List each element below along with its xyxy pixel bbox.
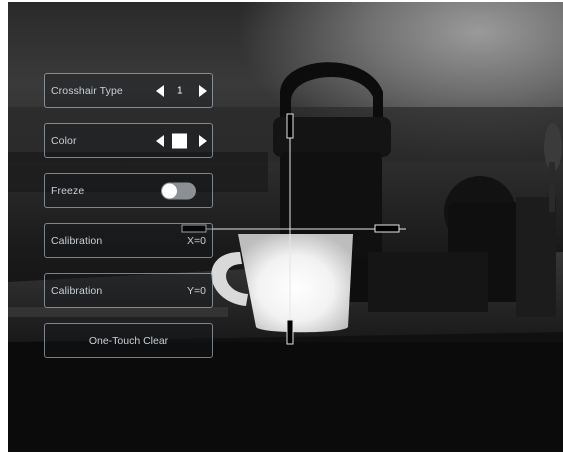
chevron-right-icon[interactable] xyxy=(199,134,207,147)
chevron-right-icon[interactable] xyxy=(199,84,207,97)
calibration-x-row[interactable]: Calibration X=0 xyxy=(44,223,213,258)
color-swatch xyxy=(172,133,187,148)
crosshair-type-row[interactable]: Crosshair Type 1 xyxy=(44,73,213,108)
one-touch-clear-button[interactable]: One-Touch Clear xyxy=(44,323,213,358)
freeze-toggle[interactable] xyxy=(161,182,196,199)
freeze-label: Freeze xyxy=(51,184,85,197)
calibration-y-value: Y=0 xyxy=(187,284,206,297)
chevron-left-icon[interactable] xyxy=(156,134,164,147)
one-touch-clear-label: One-Touch Clear xyxy=(88,334,169,347)
reticle-top-marker xyxy=(286,113,294,139)
calibration-y-label: Calibration xyxy=(51,284,103,297)
color-row[interactable]: Color xyxy=(44,123,213,158)
calibration-x-label: Calibration xyxy=(51,234,103,247)
calibration-y-row[interactable]: Calibration Y=0 xyxy=(44,273,213,308)
toggle-knob xyxy=(162,183,177,198)
crosshair-type-label: Crosshair Type xyxy=(51,84,123,97)
freeze-row[interactable]: Freeze xyxy=(44,173,213,208)
calibration-x-value: X=0 xyxy=(187,234,206,247)
reticle-right-marker xyxy=(374,224,400,233)
chevron-left-icon[interactable] xyxy=(156,84,164,97)
reticle-bottom-marker xyxy=(286,319,294,345)
color-label: Color xyxy=(51,134,77,147)
crosshair-type-value: 1 xyxy=(177,85,183,96)
